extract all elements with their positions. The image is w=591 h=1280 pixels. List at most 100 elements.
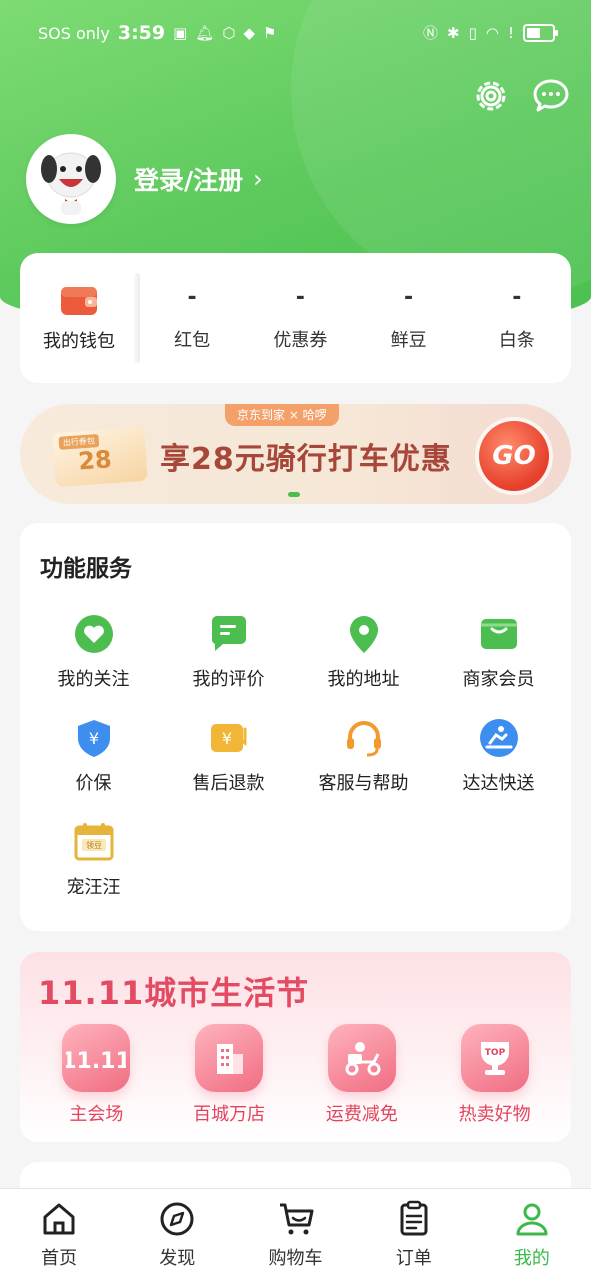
festival-label: 百城万店	[193, 1104, 266, 1125]
tab-orders[interactable]: 订单	[355, 1189, 473, 1280]
wifi-icon: ◠	[485, 23, 499, 42]
stat-value: -	[187, 284, 197, 310]
calendar-icon: 领豆	[74, 823, 113, 861]
trophy-icon: TOP	[460, 1024, 529, 1092]
festival-hundred-cities[interactable]: 百城万店	[163, 1024, 296, 1126]
service-pet-wangwang[interactable]: 领豆 宠汪汪	[26, 821, 161, 899]
top-actions	[471, 76, 571, 116]
tab-label: 首页	[41, 1247, 78, 1269]
svg-text:¥: ¥	[88, 729, 98, 748]
stat-baitiao[interactable]: - 白条	[463, 285, 571, 352]
tab-label: 发现	[159, 1247, 196, 1269]
service-label: 客服与帮助	[318, 773, 409, 794]
tab-label: 订单	[395, 1247, 432, 1269]
tab-label: 购物车	[268, 1247, 323, 1269]
wallet-card: 我的钱包 - 红包 - 优惠券 - 鲜豆 - 白条	[20, 253, 571, 383]
festival-hot-items[interactable]: TOP 热卖好物	[428, 1024, 561, 1126]
festival-shipping-discount[interactable]: 运费减免	[296, 1024, 429, 1126]
comment-icon	[211, 616, 246, 651]
carousel-indicator	[288, 492, 300, 497]
festival-card: 11.11城市生活节 11.11 主会场 百城万店 运费减免 TOP 热卖好物	[20, 952, 571, 1142]
service-price-protection[interactable]: ¥ 价保	[26, 717, 161, 795]
festival-title: 11.11城市生活节	[38, 974, 310, 1012]
service-label: 我的评价	[192, 669, 265, 690]
profile-section[interactable]: 登录/注册 ›	[26, 134, 263, 224]
stat-fresh-beans[interactable]: - 鲜豆	[355, 285, 463, 352]
battery-icon	[523, 24, 558, 42]
service-refund[interactable]: ¥ 售后退款	[161, 717, 296, 795]
promo-banner[interactable]: 京东到家 × 哈啰 出行券包 28 享28元骑行打车优惠 GO	[20, 404, 571, 504]
stat-label: 优惠券	[273, 329, 328, 351]
running-app-icon: ⚑	[263, 23, 277, 42]
service-label: 商家会员	[462, 669, 535, 690]
festival-items: 11.11 主会场 百城万店 运费减免 TOP 热卖好物	[30, 1024, 561, 1126]
gear-icon[interactable]	[471, 76, 511, 116]
services-card: 功能服务 我的关注 我的评价 我的地址 商家会员 ¥ 价保 ¥ 售后退款 客服与…	[20, 523, 571, 931]
service-my-address[interactable]: 我的地址	[296, 613, 431, 691]
service-my-follows[interactable]: 我的关注	[26, 613, 161, 691]
main-venue-icon-text: 11.11	[66, 1049, 126, 1074]
tab-home[interactable]: 首页	[0, 1189, 118, 1280]
festival-label: 运费减免	[325, 1104, 398, 1125]
main-venue-icon: 11.11	[62, 1024, 131, 1092]
tab-mine[interactable]: 我的	[473, 1189, 591, 1280]
banner-headline: 享28元骑行打车优惠	[160, 442, 452, 477]
stat-coupons[interactable]: - 优惠券	[246, 285, 354, 352]
scooter-icon	[327, 1024, 396, 1092]
order-icon	[400, 1200, 428, 1235]
building-icon	[195, 1024, 264, 1092]
stat-label: 鲜豆	[390, 329, 427, 351]
festival-label: 主会场	[69, 1104, 124, 1125]
login-register-link[interactable]: 登录/注册 ›	[134, 161, 263, 197]
coupon-value: 28	[77, 445, 113, 476]
wallet-icon	[61, 287, 97, 315]
stat-value: -	[512, 284, 522, 310]
clock-time: 3:59	[117, 22, 166, 44]
carrier-text: SOS only	[38, 23, 110, 43]
bird-app-icon: ◆	[243, 23, 255, 42]
location-icon	[349, 616, 378, 653]
service-label: 宠汪汪	[66, 877, 121, 898]
svg-text:¥: ¥	[221, 729, 231, 748]
stat-label: 红包	[174, 329, 211, 351]
service-merchant-member[interactable]: 商家会员	[431, 613, 566, 691]
status-left: SOS only 3:59 ▣ 🔔︎ ⬡ ◆ ⚑	[38, 22, 276, 44]
chevron-right-icon: ›	[253, 165, 263, 193]
wallet-stats: - 红包 - 优惠券 - 鲜豆 - 白条	[138, 285, 571, 352]
bell-icon: 🔔︎	[195, 23, 215, 42]
tab-discover[interactable]: 发现	[118, 1189, 236, 1280]
user-icon	[516, 1203, 548, 1235]
home-icon	[43, 1203, 75, 1234]
festival-label: 热卖好物	[458, 1104, 531, 1125]
price-shield-icon: ¥	[77, 720, 110, 757]
alert-icon: !	[507, 23, 514, 42]
my-wallet-button[interactable]: 我的钱包	[20, 253, 140, 383]
cart-icon	[279, 1203, 313, 1234]
heart-icon	[74, 615, 113, 653]
app-notification-icon: ▣	[173, 23, 188, 42]
avatar[interactable]	[26, 134, 116, 224]
wallet-card-icon	[480, 619, 517, 649]
battery-fill	[527, 28, 541, 38]
wallet-label: 我的钱包	[43, 331, 115, 352]
tab-cart[interactable]: 购物车	[236, 1189, 354, 1280]
service-label: 价保	[75, 773, 112, 794]
festival-main-venue[interactable]: 11.11 主会场	[30, 1024, 163, 1126]
message-icon[interactable]	[531, 76, 571, 116]
service-label: 售后退款	[192, 773, 265, 794]
refund-icon: ¥	[210, 724, 246, 752]
bottom-tab-bar: 首页 发现 购物车 订单 我的	[0, 1188, 591, 1280]
service-label: 达达快送	[462, 773, 535, 794]
stat-red-packet[interactable]: - 红包	[138, 285, 246, 352]
tab-label: 我的	[513, 1247, 550, 1269]
section-title: 功能服务	[40, 556, 132, 582]
trophy-icon-text: TOP	[484, 1048, 505, 1058]
nfc-icon: Ⓝ	[423, 23, 439, 42]
delivery-icon	[479, 719, 518, 757]
bluetooth-icon: ✱	[447, 23, 460, 42]
status-bar: SOS only 3:59 ▣ 🔔︎ ⬡ ◆ ⚑ Ⓝ ✱ ▯ ◠ !	[0, 0, 591, 66]
go-button[interactable]: GO	[479, 421, 549, 491]
service-dada-express[interactable]: 达达快送	[431, 717, 566, 795]
service-my-reviews[interactable]: 我的评价	[161, 613, 296, 691]
service-customer-help[interactable]: 客服与帮助	[296, 717, 431, 795]
